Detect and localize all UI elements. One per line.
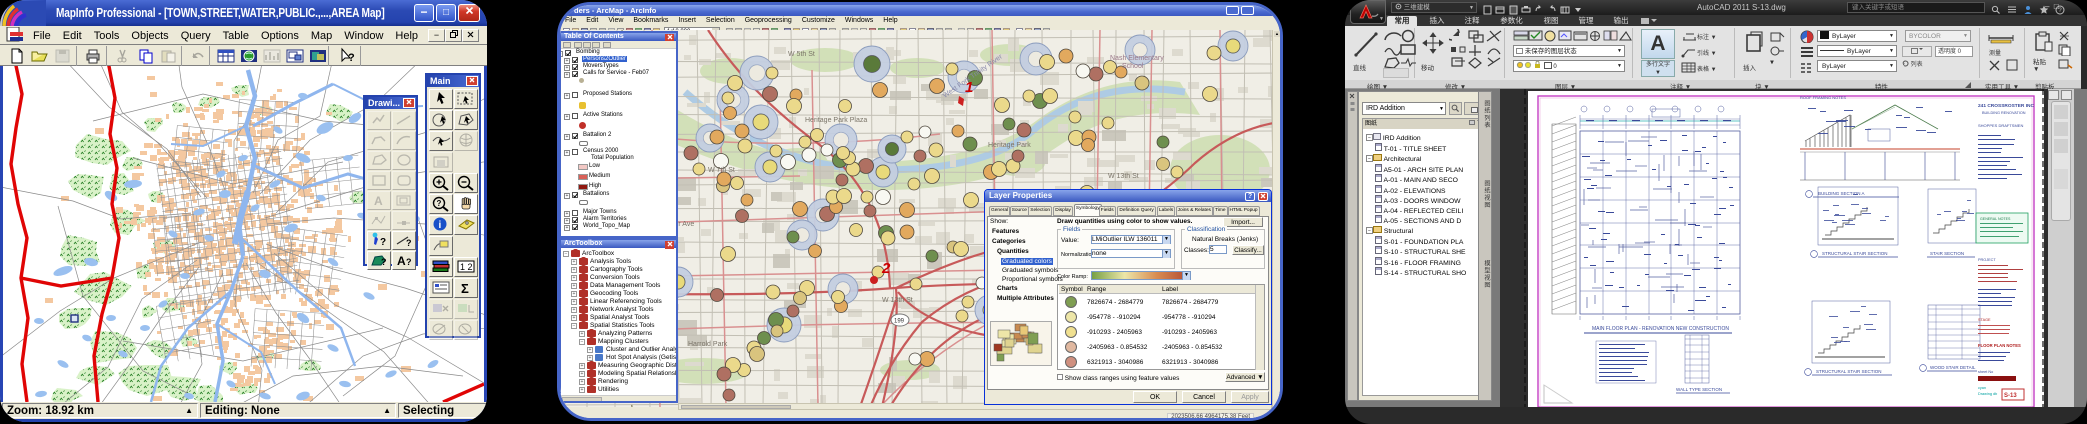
svg-text:1 2: 1 2 [460,262,473,272]
svg-text:STRUCTURAL STAIR SECTION: STRUCTURAL STAIR SECTION [1822,251,1888,256]
svg-text:W 5th St: W 5th St [788,51,815,58]
svg-text:241 CROSSROSTER INC: 241 CROSSROSTER INC [1978,103,2035,109]
svg-text:Σ: Σ [461,281,469,296]
svg-text:BUILDING RENOVATION: BUILDING RENOVATION [1982,111,2026,115]
svg-text:?: ? [381,257,387,267]
svg-text:W 7th St: W 7th St [708,167,735,174]
svg-text:STRUCTURAL STAIR SECTION: STRUCTURAL STAIR SECTION [1816,369,1882,374]
svg-text:ROOF FRAMING NOTES: ROOF FRAMING NOTES [1800,95,1846,100]
svg-text:Harrold Park: Harrold Park [688,341,728,348]
svg-text:GENERAL NOTES: GENERAL NOTES [1980,217,2011,221]
svg-text:i: i [439,220,442,231]
svg-text:WALL TYPE SECTION: WALL TYPE SECTION [1676,387,1722,392]
svg-text:?: ? [348,52,355,64]
svg-text:W 13th St: W 13th St [1108,173,1139,180]
svg-text:BUILDING SECTION A: BUILDING SECTION A [1818,191,1865,196]
svg-text:FLOOR PLAN NOTES: FLOOR PLAN NOTES [1978,343,2021,348]
svg-text:School: School [1122,63,1144,70]
svg-text:sheet No: sheet No [1978,370,1993,374]
svg-text:Drawing db: Drawing db [1978,392,1997,396]
svg-text:W 13th St: W 13th St [882,297,913,304]
svg-text:?: ? [406,238,412,248]
svg-text:cyan: cyan [1978,386,1986,390]
svg-text:WOOD STAIR DETAIL: WOOD STAIR DETAIL [1930,365,1976,370]
svg-text:A: A [374,194,383,208]
svg-text:PROJECT: PROJECT [1978,258,1996,262]
svg-text:?: ? [437,199,442,208]
svg-text:?: ? [380,237,386,248]
svg-text:SHOPPES DRAFTSMEN: SHOPPES DRAFTSMEN [1978,123,2023,128]
svg-text:Nash Elementary: Nash Elementary [1110,55,1164,62]
svg-text:199: 199 [894,319,905,325]
svg-text:A: A [397,254,406,268]
svg-text:STAIR SECTION: STAIR SECTION [1930,251,1964,256]
svg-text:?: ? [406,257,412,267]
svg-text:Heritage Park Plaza: Heritage Park Plaza [805,117,867,124]
svg-text:STAGE: STAGE [1978,318,1991,322]
svg-text:S-13: S-13 [2004,393,2017,399]
svg-text:Heritage Park: Heritage Park [988,142,1031,149]
svg-text:MAIN FLOOR PLAN - RENOVATION N: MAIN FLOOR PLAN - RENOVATION NEW CONSTRU… [1592,326,1729,332]
svg-text:2: 2 [881,260,891,277]
